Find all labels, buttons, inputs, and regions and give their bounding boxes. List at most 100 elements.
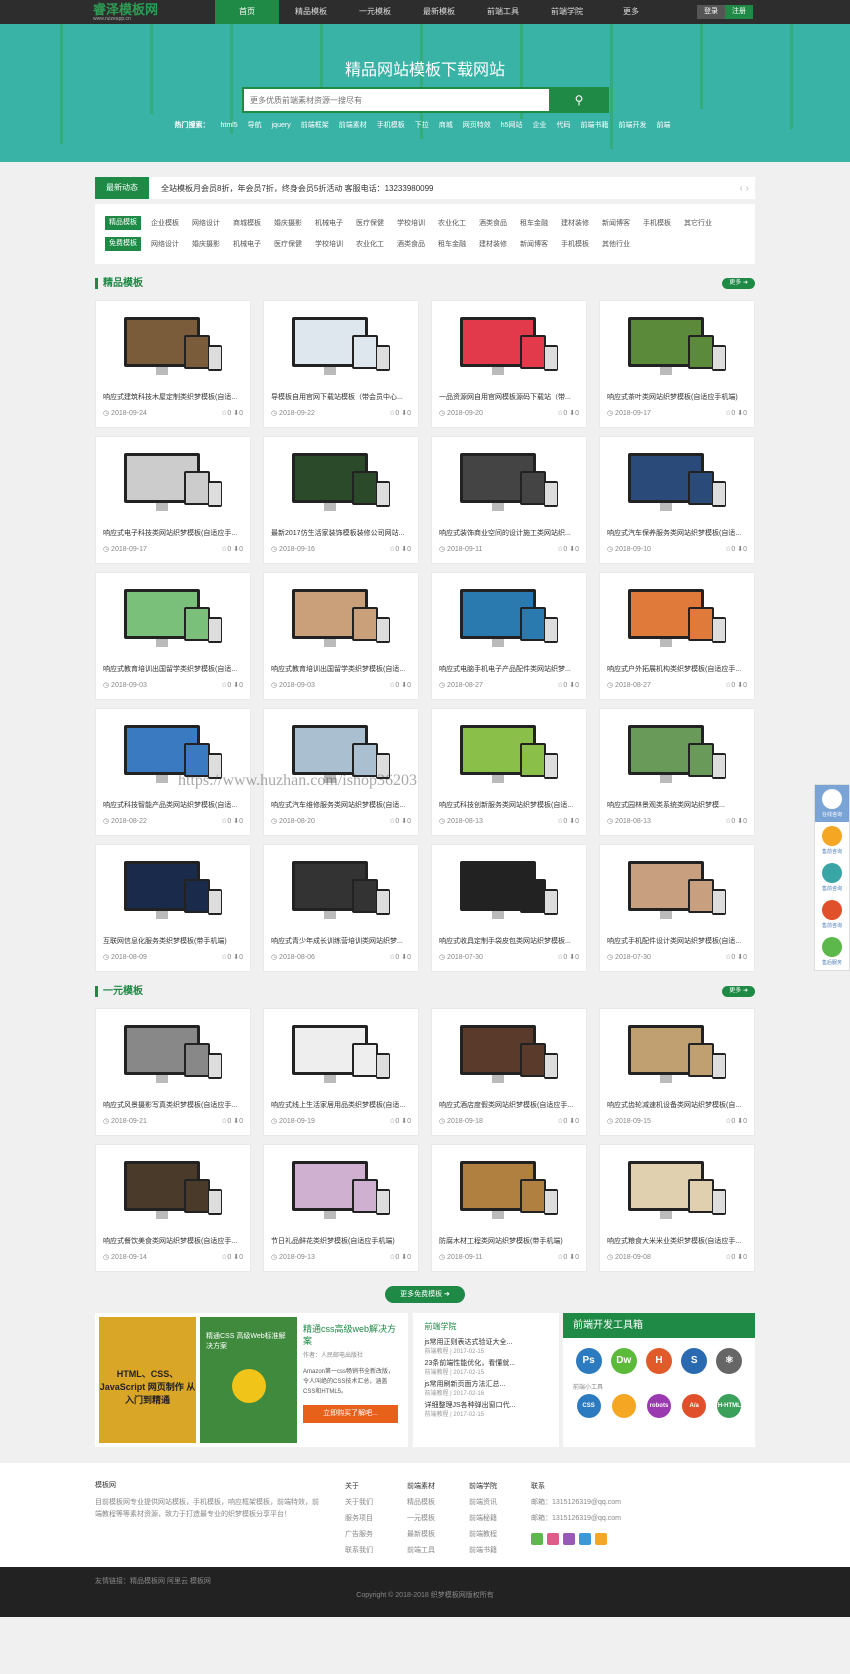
template-card[interactable]: 防腐木材工程类网站织梦模板(带手机端) ◷ 2018-09-11 ☆0 ⬇0: [431, 1144, 587, 1272]
hot-link[interactable]: jquery: [272, 122, 291, 129]
category-link[interactable]: 新闻博客: [602, 218, 630, 228]
hot-link[interactable]: 前端素材: [339, 122, 367, 129]
register-button[interactable]: 注册: [725, 5, 753, 19]
template-thumbnail[interactable]: [264, 301, 418, 391]
template-card[interactable]: 响应式风景摄影写真类织梦模板(自适应手... ◷ 2018-09-21 ☆0 ⬇0: [95, 1008, 251, 1136]
small-tool-icon[interactable]: [611, 1394, 636, 1418]
template-thumbnail[interactable]: [264, 437, 418, 527]
template-title[interactable]: 响应式汽车保养服务类网站织梦模板(自适...: [600, 527, 754, 541]
footer-link[interactable]: 广告服务: [345, 1527, 407, 1543]
category-link[interactable]: 网络设计: [192, 218, 220, 228]
template-title[interactable]: 响应式建筑科技木屋定制类织梦模板(自适...: [96, 391, 250, 405]
footer-link[interactable]: 最新模板: [407, 1527, 469, 1543]
category-link[interactable]: 租车金融: [438, 239, 466, 249]
side-service-item[interactable]: 售后服务: [815, 933, 849, 970]
hot-link[interactable]: 网页特效: [463, 122, 491, 129]
more-button[interactable]: 更多 ➜: [722, 985, 755, 997]
more-button[interactable]: 更多 ➜: [722, 277, 755, 289]
side-service-item[interactable]: 在线咨询: [815, 785, 849, 822]
footer-link[interactable]: 前端工具: [407, 1543, 469, 1559]
tool-icon[interactable]: Dw: [610, 1348, 637, 1374]
template-title[interactable]: 节日礼品鲜花类织梦模板(自适应手机端): [264, 1235, 418, 1249]
template-title[interactable]: 响应式教育培训出国留学类织梦模板(自适...: [96, 663, 250, 677]
template-title[interactable]: 响应式科技智能产品类网站织梦模板(自适...: [96, 799, 250, 813]
template-card[interactable]: 一品资源网自用官网模板源码下载站（带... ◷ 2018-09-20 ☆0 ⬇0: [431, 300, 587, 428]
template-thumbnail[interactable]: [264, 573, 418, 663]
search-button[interactable]: ⚲: [549, 87, 609, 113]
template-thumbnail[interactable]: [600, 1009, 754, 1099]
template-title[interactable]: 响应式粮食大米米业类织梦模板(自适应手...: [600, 1235, 754, 1249]
template-card[interactable]: 响应式建筑科技木屋定制类织梦模板(自适... ◷ 2018-09-24 ☆0 ⬇0: [95, 300, 251, 428]
nav-premium[interactable]: 精品模板: [279, 0, 343, 24]
book-cover-2[interactable]: 精通CSS 高级Web标准解决方案: [200, 1317, 297, 1443]
category-link[interactable]: 建材装修: [561, 218, 589, 228]
news-text[interactable]: 全站模板月会员8折，年会员7折，终身会员5折活动 客服电话：1323398009…: [161, 183, 434, 194]
hot-link[interactable]: 前端: [657, 122, 671, 129]
template-thumbnail[interactable]: [600, 301, 754, 391]
template-title[interactable]: 一品资源网自用官网模板源码下载站（带...: [432, 391, 586, 405]
template-card[interactable]: 响应式教育培训出国留学类织梦模板(自适... ◷ 2018-09-03 ☆0 ⬇0: [263, 572, 419, 700]
nav-more[interactable]: 更多: [599, 0, 663, 24]
category-link[interactable]: 农业化工: [438, 218, 466, 228]
template-title[interactable]: 响应式电子科技类网站织梦模板(自适应手...: [96, 527, 250, 541]
template-title[interactable]: 互联网信息化服务类织梦模板(带手机端): [96, 935, 250, 949]
hot-link[interactable]: h5网站: [501, 122, 523, 129]
more-free-button[interactable]: 更多免费模板 ➜: [385, 1286, 465, 1303]
nav-home[interactable]: 首页: [215, 0, 279, 24]
side-service-item[interactable]: 售前咨询: [815, 896, 849, 933]
hot-link[interactable]: 下拉: [415, 122, 429, 129]
template-thumbnail[interactable]: [96, 1145, 250, 1235]
social-icon[interactable]: [531, 1533, 543, 1545]
site-logo[interactable]: 睿泽模板网 www.ruizeapp.cn: [93, 3, 158, 22]
template-thumbnail[interactable]: [96, 573, 250, 663]
small-tool-icon[interactable]: CSS: [576, 1394, 601, 1418]
template-card[interactable]: 响应式茶叶类网站织梦模板(自适应手机端) ◷ 2018-09-17 ☆0 ⬇0: [599, 300, 755, 428]
social-icon[interactable]: [563, 1533, 575, 1545]
template-card[interactable]: 响应式粮食大米米业类织梦模板(自适应手... ◷ 2018-09-08 ☆0 ⬇0: [599, 1144, 755, 1272]
template-thumbnail[interactable]: [600, 437, 754, 527]
template-card[interactable]: 响应式电脑手机电子产品配件类网站织梦... ◷ 2018-08-27 ☆0 ⬇0: [431, 572, 587, 700]
hot-link[interactable]: html5: [221, 122, 238, 129]
template-title[interactable]: 最新2017仿生活家装饰模板装修公司网站...: [264, 527, 418, 541]
footer-link[interactable]: 前端书籍: [469, 1543, 531, 1559]
footer-link[interactable]: 精品模板: [407, 1495, 469, 1511]
category-link[interactable]: 医疗保健: [356, 218, 384, 228]
footer-link[interactable]: 邮箱：1315126319@qq.com: [531, 1511, 651, 1527]
category-link[interactable]: 机械电子: [233, 239, 261, 249]
template-title[interactable]: 响应式收具定制手袋皮包类网站织梦模板...: [432, 935, 586, 949]
template-title[interactable]: 响应式汽车维修服务类网站织梦模板(自适...: [264, 799, 418, 813]
template-card[interactable]: 节日礼品鲜花类织梦模板(自适应手机端) ◷ 2018-09-13 ☆0 ⬇0: [263, 1144, 419, 1272]
category-link[interactable]: 手机模板: [561, 239, 589, 249]
login-button[interactable]: 登录: [697, 5, 725, 19]
template-title[interactable]: 响应式科技创新服务类网站织梦模板(自适...: [432, 799, 586, 813]
template-thumbnail[interactable]: [432, 1009, 586, 1099]
template-card[interactable]: 响应式教育培训出国留学类织梦模板(自适... ◷ 2018-09-03 ☆0 ⬇0: [95, 572, 251, 700]
template-thumbnail[interactable]: [264, 1009, 418, 1099]
category-link[interactable]: 租车金融: [520, 218, 548, 228]
nav-academy[interactable]: 前端学院: [535, 0, 599, 24]
template-thumbnail[interactable]: [432, 437, 586, 527]
category-link[interactable]: 酒类食品: [397, 239, 425, 249]
side-service-item[interactable]: 售前咨询: [815, 859, 849, 896]
footer-link[interactable]: 关于我们: [345, 1495, 407, 1511]
category-link[interactable]: 商城模板: [233, 218, 261, 228]
template-thumbnail[interactable]: [264, 1145, 418, 1235]
template-title[interactable]: 响应式手机配件设计类网站织梦模板(自适...: [600, 935, 754, 949]
footer-link[interactable]: 服务项目: [345, 1511, 407, 1527]
category-link[interactable]: 网络设计: [151, 239, 179, 249]
template-title[interactable]: 响应式户外拓展机构类织梦模板(自适应手...: [600, 663, 754, 677]
hot-link[interactable]: 商城: [439, 122, 453, 129]
small-tool-icon[interactable]: A/a: [682, 1394, 707, 1418]
nav-tools[interactable]: 前端工具: [471, 0, 535, 24]
hot-link[interactable]: 企业: [533, 122, 547, 129]
tool-icon[interactable]: Ps: [575, 1348, 602, 1374]
category-link[interactable]: 学校培训: [315, 239, 343, 249]
hot-link[interactable]: 手机模板: [377, 122, 405, 129]
template-thumbnail[interactable]: [600, 845, 754, 935]
template-title[interactable]: 响应式酒店度假类网站织梦模板(自适应手...: [432, 1099, 586, 1113]
template-card[interactable]: 响应式青少年成长训练营培训类网站织梦... ◷ 2018-08-06 ☆0 ⬇0: [263, 844, 419, 972]
template-title[interactable]: 响应式装饰商业空间的设计施工类网站织...: [432, 527, 586, 541]
template-thumbnail[interactable]: [432, 573, 586, 663]
small-tool-icon[interactable]: robots: [646, 1394, 671, 1418]
template-title[interactable]: 导模板自用官网下载站模板（带会员中心...: [264, 391, 418, 405]
